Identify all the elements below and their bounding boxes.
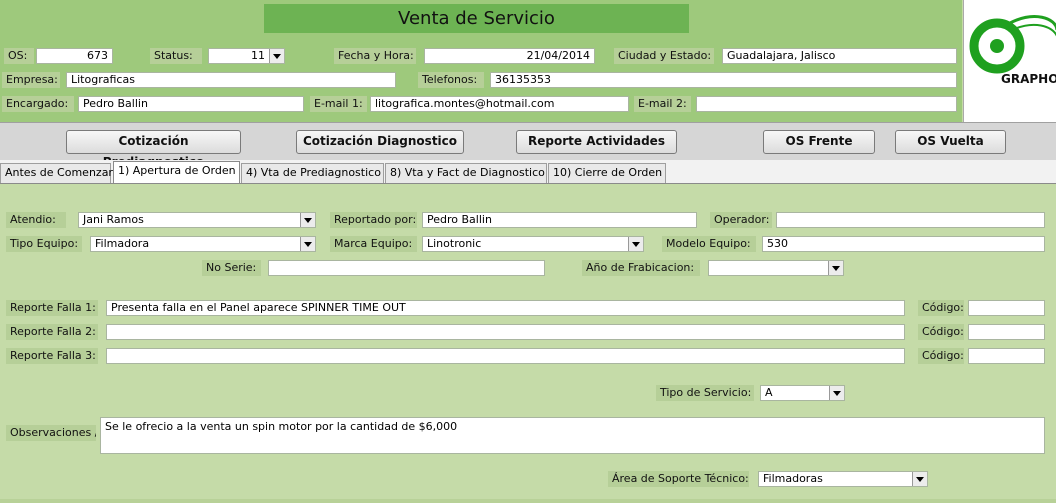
status-select[interactable]: 11 — [208, 48, 285, 64]
telefonos-label: Telefonos: — [418, 72, 484, 88]
operador-label: Operador: — [710, 212, 772, 228]
atendio-label: Atendio: — [6, 212, 66, 228]
empresa-label: Empresa: — [2, 72, 60, 88]
status-value: 11 — [251, 49, 265, 62]
logo-text: GRAPHO — [1001, 72, 1056, 86]
reportado-field[interactable]: Pedro Ballin — [422, 212, 697, 228]
falla2-field[interactable] — [106, 324, 905, 340]
tipo-equipo-label: Tipo Equipo: — [6, 236, 82, 252]
footer-divider — [0, 499, 1056, 503]
tab-cierre-de-orden[interactable]: 10) Cierre de Orden — [548, 163, 666, 183]
marca-equipo-label: Marca Equipo: — [330, 236, 417, 252]
cotizacion-diagnostico-button[interactable]: Cotización Diagnostico — [296, 130, 464, 154]
atendio-value: Jani Ramos — [83, 213, 144, 226]
anio-fabricacion-select[interactable] — [708, 260, 844, 276]
reporte-actividades-button[interactable]: Reporte Actividades — [516, 130, 677, 154]
codigo3-label: Código: — [918, 348, 964, 364]
area-soporte-value: Filmadoras — [763, 472, 823, 485]
chevron-down-icon[interactable] — [300, 237, 315, 251]
os-label: OS: — [4, 48, 34, 64]
chevron-down-icon[interactable] — [269, 49, 284, 63]
marca-equipo-select[interactable]: Linotronic — [422, 236, 644, 252]
ciudad-label: Ciudad y Estado: — [614, 48, 714, 64]
anio-fabricacion-label: Año de Frabicacion: — [582, 260, 700, 276]
codigo2-field[interactable] — [968, 324, 1045, 340]
tipo-servicio-value: A — [765, 386, 773, 399]
falla1-field[interactable]: Presenta falla en el Panel aparece SPINN… — [106, 300, 905, 316]
chevron-down-icon[interactable] — [912, 472, 927, 486]
tab-antes-de-comenzar[interactable]: Antes de Comenzar — [0, 163, 113, 183]
email2-field[interactable] — [696, 96, 957, 112]
falla3-field[interactable] — [106, 348, 905, 364]
modelo-equipo-label: Modelo Equipo: — [662, 236, 756, 252]
atendio-select[interactable]: Jani Ramos — [78, 212, 316, 228]
empresa-field[interactable]: Litograficas — [66, 72, 396, 88]
tipo-equipo-value: Filmadora — [95, 237, 150, 250]
chevron-down-icon[interactable] — [829, 386, 844, 400]
falla2-label: Reporte Falla 2: — [6, 324, 98, 340]
chevron-down-icon[interactable] — [828, 261, 843, 275]
page-title: Venta de Servicio — [264, 4, 689, 33]
tipo-servicio-label: Tipo de Servicio: — [656, 385, 754, 401]
fecha-field[interactable]: 21/04/2014 — [424, 48, 595, 64]
os-vuelta-button[interactable]: OS Vuelta — [895, 130, 1006, 154]
codigo1-label: Código: — [918, 300, 964, 316]
chevron-down-icon[interactable] — [300, 213, 315, 227]
no-serie-label: No Serie: — [202, 260, 261, 276]
status-label: Status: — [150, 48, 202, 64]
tab-vta-fact-diagnostico[interactable]: 8) Vta y Fact de Diagnostico — [385, 163, 547, 183]
encargado-field[interactable]: Pedro Ballin — [78, 96, 304, 112]
observaciones-textarea[interactable]: Se le ofrecio a la venta un spin motor p… — [100, 417, 1045, 454]
marca-equipo-value: Linotronic — [427, 237, 482, 250]
tipo-equipo-select[interactable]: Filmadora — [90, 236, 316, 252]
telefonos-field[interactable]: 36135353 — [490, 72, 957, 88]
tab-vta-de-prediagnostico[interactable]: 4) Vta de Prediagnostico — [241, 163, 384, 183]
modelo-equipo-field[interactable]: 530 — [762, 236, 1045, 252]
codigo1-field[interactable] — [968, 300, 1045, 316]
codigo3-field[interactable] — [968, 348, 1045, 364]
tab-content-divider — [0, 183, 1056, 184]
email1-field[interactable]: litografica.montes@hotmail.com — [370, 96, 629, 112]
tab-apertura-de-orden[interactable]: 1) Apertura de Orden — [113, 161, 240, 183]
area-soporte-select[interactable]: Filmadoras — [758, 471, 928, 487]
cotizacion-prediagnostico-button[interactable]: Cotización Prediagnostico — [66, 130, 241, 169]
logo: GRAPHO — [963, 0, 1056, 122]
chevron-down-icon[interactable] — [628, 237, 643, 251]
falla1-label: Reporte Falla 1: — [6, 300, 98, 316]
no-serie-field[interactable] — [268, 260, 545, 276]
os-field[interactable]: 673 — [36, 48, 113, 64]
operador-field[interactable] — [776, 212, 1045, 228]
email1-label: E-mail 1: — [310, 96, 367, 112]
ciudad-field[interactable]: Guadalajara, Jalisco — [722, 48, 957, 64]
area-soporte-label: Área de Soporte Técnico: — [608, 471, 749, 487]
tipo-servicio-select[interactable]: A — [760, 385, 845, 401]
reportado-label: Reportado por: — [330, 212, 417, 228]
codigo2-label: Código: — [918, 324, 964, 340]
email2-label: E-mail 2: — [634, 96, 691, 112]
encargado-label: Encargado: — [2, 96, 74, 112]
fecha-label: Fecha y Hora: — [334, 48, 416, 64]
observaciones-label: Observaciones / — [6, 425, 96, 441]
os-frente-button[interactable]: OS Frente — [763, 130, 875, 154]
falla3-label: Reporte Falla 3: — [6, 348, 98, 364]
